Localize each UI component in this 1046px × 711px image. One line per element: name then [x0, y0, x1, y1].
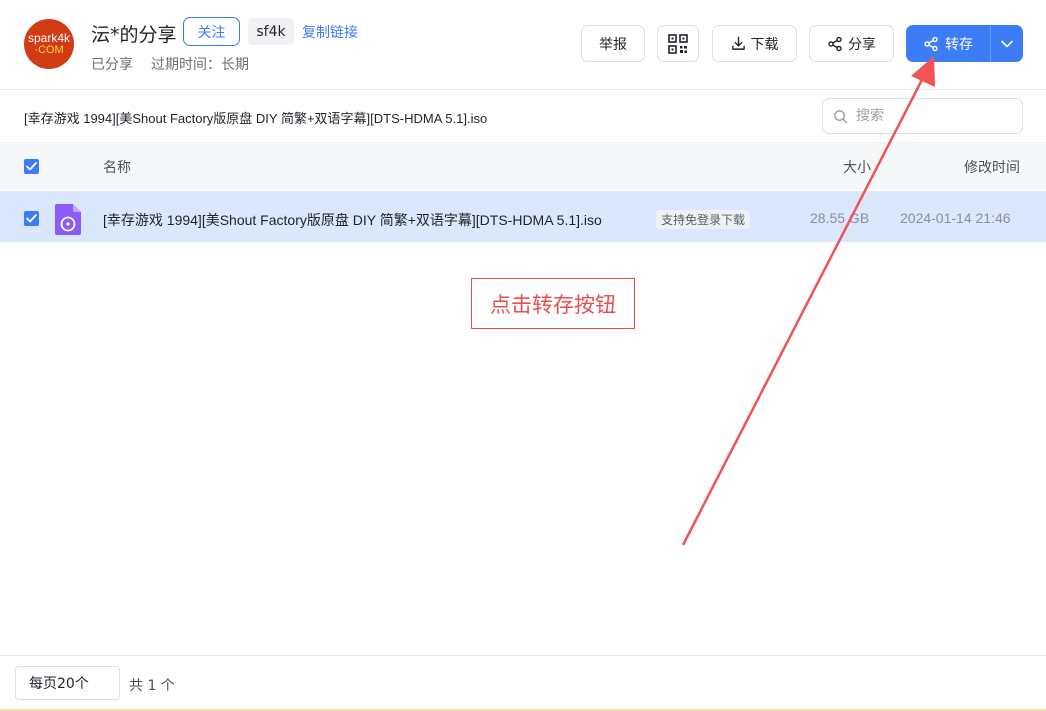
chevron-down-icon	[1001, 40, 1013, 47]
share-icon	[924, 36, 938, 51]
share-label: 分享	[848, 36, 876, 53]
report-label: 举报	[599, 36, 627, 53]
qrcode-button[interactable]	[657, 25, 699, 62]
check-icon	[26, 214, 37, 223]
follow-button[interactable]: 关注	[183, 17, 240, 46]
qrcode-icon	[668, 33, 688, 54]
page-size-select[interactable]: 每页20个	[15, 666, 120, 700]
report-button[interactable]: 举报	[581, 25, 645, 62]
avatar[interactable]: spark4k ·COM	[24, 19, 74, 69]
extract-code-chip: sf4k	[248, 18, 294, 45]
file-size: 28.55 GB	[810, 210, 870, 226]
column-header-mtime[interactable]: 修改时间	[964, 157, 1020, 177]
share-title: [幸存游戏 1994][美Shout Factory版原盘 DIY 简繁+双语字…	[24, 111, 488, 126]
file-modified-time: 2024-01-14 21:46	[900, 210, 1011, 226]
download-icon	[731, 36, 745, 50]
row-checkbox[interactable]	[24, 211, 39, 226]
avatar-text-line1: spark4k	[27, 31, 71, 45]
save-label: 转存	[945, 36, 973, 53]
no-login-download-badge: 支持免登录下载	[656, 210, 751, 229]
select-all-checkbox[interactable]	[24, 159, 39, 174]
annotation-callout: 点击转存按钮	[471, 278, 635, 329]
share-header: spark4k ·COM 沄*的分享 关注 sf4k 复制链接 已分享 过期时间…	[0, 0, 1046, 90]
disc-image-file-icon	[55, 204, 81, 235]
save-options-dropdown[interactable]	[990, 25, 1023, 62]
download-button[interactable]: 下载	[712, 25, 797, 62]
table-header	[0, 142, 1046, 190]
avatar-text-line2: ·COM	[34, 44, 64, 56]
check-icon	[26, 162, 37, 171]
search-icon	[834, 109, 848, 123]
file-name[interactable]: [幸存游戏 1994][美Shout Factory版原盘 DIY 简繁+双语字…	[103, 210, 602, 230]
share-icon	[828, 36, 842, 51]
download-label: 下载	[750, 36, 779, 53]
copy-link-button[interactable]: 复制链接	[302, 22, 358, 42]
expire-time: 过期时间：长期	[151, 57, 249, 73]
search-input[interactable]	[856, 108, 1006, 124]
shared-status: 已分享	[91, 57, 133, 73]
share-button[interactable]: 分享	[809, 25, 894, 62]
column-header-size[interactable]: 大小	[843, 157, 871, 177]
total-count: 共 1 个	[129, 678, 175, 694]
search-box[interactable]	[822, 98, 1023, 134]
save-to-drive-button[interactable]: 转存	[906, 25, 990, 62]
column-header-name[interactable]: 名称	[103, 157, 131, 177]
share-owner-name: 沄*的分享	[91, 24, 177, 46]
